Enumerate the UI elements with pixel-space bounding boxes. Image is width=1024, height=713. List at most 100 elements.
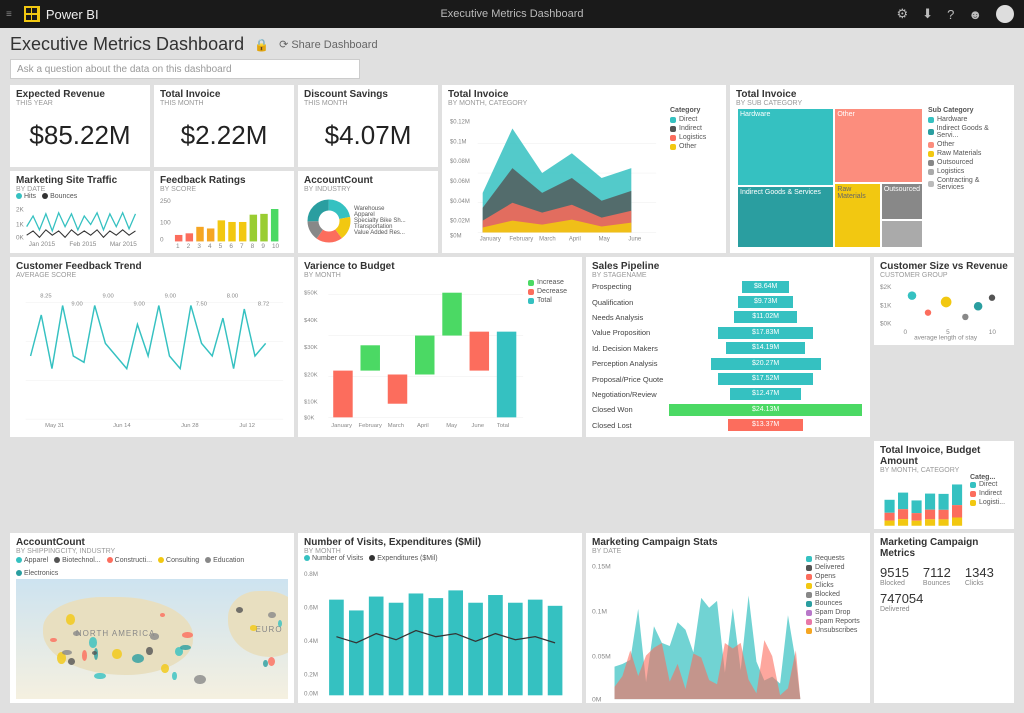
card-title: AccountCount [16, 537, 288, 548]
svg-text:May: May [446, 423, 457, 429]
svg-text:$20K: $20K [304, 372, 318, 378]
legend-item: Total [537, 297, 552, 304]
card-title: Customer Size vs Revenue [880, 261, 1008, 272]
svg-text:$30K: $30K [304, 345, 318, 351]
lock-icon: 🔒 [254, 38, 269, 52]
svg-text:10: 10 [272, 243, 280, 249]
chart-account-industry[interactable]: AccountCount BY INDUSTRY Warehouse Appar… [298, 171, 438, 253]
kpi-expected-revenue[interactable]: Expected Revenue THIS YEAR $85.22M [10, 85, 150, 167]
svg-text:$2K: $2K [880, 284, 892, 291]
metric-value: 1343 [965, 565, 994, 580]
svg-text:$0.04M: $0.04M [450, 199, 470, 205]
svg-text:0.4M: 0.4M [304, 638, 318, 645]
card-title: Marketing Campaign Metrics [880, 537, 1008, 559]
map-label: NORTH AMERICA [76, 629, 156, 638]
app-icon [24, 6, 40, 22]
svg-text:8.72: 8.72 [258, 301, 269, 307]
qa-input[interactable]: Ask a question about the data on this da… [10, 59, 360, 79]
page-title: Executive Metrics Dashboard [10, 34, 244, 55]
map: NORTH AMERICA EURO [16, 579, 288, 699]
svg-text:$0K: $0K [304, 415, 314, 421]
kpi-value: $2.22M [160, 107, 288, 163]
legend-item: Spam Drop [815, 609, 850, 616]
chart-feedback-ratings[interactable]: Feedback Ratings BY SCORE 2501000 123456… [154, 171, 294, 253]
metric-value: 7112 [923, 565, 951, 580]
legend-item: Delivered [815, 564, 845, 571]
card-sub: BY DATE [592, 548, 864, 555]
card-sub: CUSTOMER GROUP [880, 272, 1008, 279]
chart-size-vs-revenue[interactable]: Customer Size vs Revenue CUSTOMER GROUP … [874, 257, 1014, 345]
svg-text:0M: 0M [592, 696, 602, 703]
card-title: Marketing Campaign Stats [592, 537, 864, 548]
svg-text:10: 10 [989, 329, 997, 336]
card-campaign-metrics[interactable]: Marketing Campaign Metrics 9515Blocked 7… [874, 533, 1014, 703]
card-title: Total Invoice [448, 89, 720, 100]
svg-text:January: January [331, 423, 352, 429]
legend-item: Raw Materials [937, 150, 981, 157]
svg-text:Jun 14: Jun 14 [113, 423, 131, 429]
bar-chart: 2501000 12345678910 [160, 193, 288, 249]
chart-feedback-trend[interactable]: Customer Feedback Trend AVERAGE SCORE Ma… [10, 257, 294, 437]
treemap-box: Raw Materials [835, 184, 879, 247]
svg-text:Feb 2015: Feb 2015 [69, 241, 96, 248]
svg-text:average length of stay: average length of stay [914, 334, 978, 341]
chart-invoice-subcategory[interactable]: Total Invoice BY SUB CATEGORY Hardware I… [730, 85, 1014, 253]
legend-item: Indirect [979, 490, 1002, 497]
card-title: Varience to Budget [304, 261, 576, 272]
smile-icon[interactable]: ☻ [968, 7, 982, 22]
kpi-total-invoice[interactable]: Total Invoice THIS MONTH $2.22M [154, 85, 294, 167]
legend-item: Clicks [815, 582, 834, 589]
svg-text:4: 4 [208, 243, 212, 249]
share-label: Share Dashboard [291, 39, 377, 51]
svg-text:$0K: $0K [880, 320, 892, 327]
kpi-sub: THIS MONTH [160, 100, 288, 107]
metric-value: 9515 [880, 565, 909, 580]
legend-item: Increase [537, 279, 564, 286]
chart-invoice-category[interactable]: Total Invoice BY MONTH, CATEGORY $0.12M$… [442, 85, 726, 253]
metric-label: Delivered [880, 606, 923, 613]
top-bar: ≡ Power BI Executive Metrics Dashboard ⚙… [0, 0, 1024, 28]
share-button[interactable]: ⟳ Share Dashboard [279, 38, 378, 51]
help-icon[interactable]: ? [947, 7, 954, 22]
svg-text:$0.08M: $0.08M [450, 159, 470, 165]
chart-budget-amount[interactable]: Total Invoice, Budget Amount BY MONTH, C… [874, 441, 1014, 529]
settings-icon[interactable]: ⚙ [897, 6, 909, 22]
card-sub: AVERAGE SCORE [16, 272, 288, 279]
svg-text:8.00: 8.00 [227, 294, 238, 300]
download-icon[interactable]: ⬇ [922, 6, 933, 22]
svg-text:3: 3 [197, 243, 201, 249]
svg-text:March: March [388, 423, 404, 429]
area-chart: 0.15M0.1M0.05M0M [592, 555, 806, 713]
svg-text:7.50: 7.50 [196, 301, 207, 307]
kpi-discount-savings[interactable]: Discount Savings THIS MONTH $4.07M [298, 85, 438, 167]
svg-text:0: 0 [903, 329, 907, 336]
line-chart: 2K1K0K Jan 2015Feb 2015Mar 2015 [16, 200, 144, 249]
legend-item: Unsubscribes [815, 627, 857, 634]
chart-variance-budget[interactable]: Varience to Budget BY MONTH $50K$40K$30K… [298, 257, 582, 437]
menu-icon[interactable]: ≡ [0, 9, 18, 20]
svg-text:April: April [417, 423, 429, 429]
chart-visits-expenditures[interactable]: Number of Visits, Expenditures ($Mil) BY… [298, 533, 582, 703]
svg-text:0.15M: 0.15M [592, 564, 611, 571]
legend-item: Other [937, 141, 955, 148]
kpi-title: Expected Revenue [16, 89, 144, 100]
svg-text:Mar 2015: Mar 2015 [110, 241, 137, 248]
svg-text:$0M: $0M [450, 233, 462, 239]
kpi-value: $85.22M [16, 107, 144, 163]
chart-site-traffic[interactable]: Marketing Site Traffic BY DATE Hits Boun… [10, 171, 150, 253]
legend-item: Education [213, 557, 244, 564]
avatar[interactable] [996, 5, 1014, 23]
card-sub: BY MONTH, CATEGORY [448, 100, 720, 107]
chart-sales-pipeline[interactable]: Sales Pipeline BY STAGENAME ProspectingQ… [586, 257, 870, 437]
card-sub: BY MONTH [304, 272, 576, 279]
legend-item: Indirect [679, 125, 702, 132]
svg-text:9.00: 9.00 [165, 294, 176, 300]
legend-item: Decrease [537, 288, 567, 295]
kpi-sub: THIS MONTH [304, 100, 432, 107]
svg-text:250: 250 [160, 198, 171, 205]
chart-campaign-stats[interactable]: Marketing Campaign Stats BY DATE 0.15M0.… [586, 533, 870, 703]
legend-item: Requests [815, 555, 845, 562]
svg-text:$1K: $1K [880, 302, 892, 309]
svg-text:100: 100 [160, 219, 171, 226]
chart-account-map[interactable]: AccountCount BY SHIPPINGCITY, INDUSTRY A… [10, 533, 294, 703]
